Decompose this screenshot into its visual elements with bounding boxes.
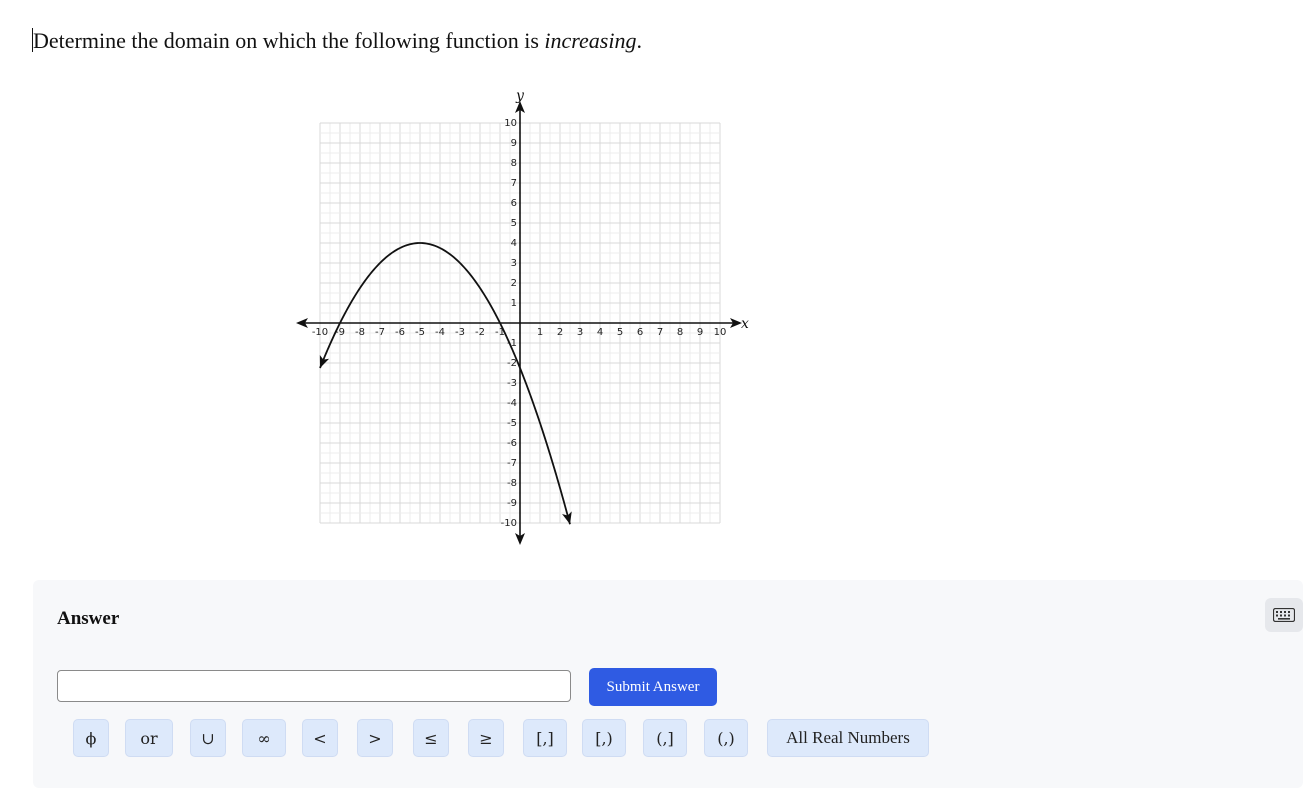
x-tick-label: -7 xyxy=(375,327,385,338)
x-tick-label: -10 xyxy=(312,327,328,338)
symbol-button-open-interval[interactable]: (,) xyxy=(704,719,748,757)
y-tick-label: -5 xyxy=(507,418,517,429)
y-tick-label: 3 xyxy=(511,258,517,269)
question-prefix: Determine the domain on which the follow… xyxy=(33,28,545,53)
y-tick-label: 6 xyxy=(511,198,517,209)
keyboard-icon xyxy=(1273,608,1295,622)
y-tick-label: 5 xyxy=(511,218,517,229)
submit-answer-button[interactable]: Submit Answer xyxy=(589,668,717,706)
x-axis-label: x xyxy=(741,316,749,332)
x-tick-label: 2 xyxy=(557,327,563,338)
parabola-curve xyxy=(319,242,571,525)
symbol-button-less-than[interactable]: < xyxy=(302,719,338,757)
x-tick-label: 4 xyxy=(597,327,603,338)
x-tick-label: 7 xyxy=(657,327,663,338)
symbol-button-infinity[interactable]: ∞ xyxy=(242,719,286,757)
y-tick-label: 1 xyxy=(511,298,517,309)
symbol-button-open-closed-interval[interactable]: (,] xyxy=(643,719,687,757)
x-tick-label: -3 xyxy=(455,327,465,338)
x-tick-label: 1 xyxy=(537,327,543,338)
y-tick-label: -8 xyxy=(507,478,517,489)
x-tick-label: -5 xyxy=(415,327,425,338)
y-tick-label: -9 xyxy=(507,498,517,509)
symbol-button-greater-equal[interactable]: ≥ xyxy=(468,719,504,757)
y-tick-label: -3 xyxy=(507,378,517,389)
answer-panel: Answer Submit Answer ϕ or ∪ ∞ < > ≤ ≥ [,] [,) (,] (… xyxy=(33,580,1303,788)
symbol-button-closed-open-interval[interactable]: [,) xyxy=(582,719,626,757)
answer-input[interactable] xyxy=(57,670,571,702)
y-tick-label: -7 xyxy=(507,458,517,469)
x-tick-label: 10 xyxy=(714,327,727,338)
x-tick-label: 9 xyxy=(697,327,703,338)
question-emphasis: increasing xyxy=(544,28,637,53)
symbol-button-union[interactable]: ∪ xyxy=(190,719,226,757)
y-tick-label: 7 xyxy=(511,178,517,189)
x-tick-label: 3 xyxy=(577,327,583,338)
y-tick-label: 9 xyxy=(511,138,517,149)
symbol-button-greater-than[interactable]: > xyxy=(357,719,393,757)
graph-curve xyxy=(319,242,572,525)
x-tick-label: -6 xyxy=(395,327,405,338)
y-axis-label: y xyxy=(515,88,525,104)
y-tick-label: 2 xyxy=(511,278,517,289)
function-graph: -10 -9 -8 -7 -6 -5 -4 -3 -2 -1 1 2 3 4 5 6 7 8 9 1010987654… xyxy=(296,88,749,545)
y-tick-label: -4 xyxy=(507,398,517,409)
keyboard-toggle-button[interactable] xyxy=(1265,598,1303,632)
y-tick-label: -6 xyxy=(507,438,517,449)
y-tick-label: -10 xyxy=(501,518,517,529)
x-tick-label: -2 xyxy=(475,327,485,338)
symbol-button-or[interactable]: or xyxy=(125,719,173,757)
question-suffix: . xyxy=(636,28,642,53)
symbol-button-all-real-numbers[interactable]: All Real Numbers xyxy=(767,719,929,757)
graph-axes xyxy=(296,101,742,545)
y-tick-label: 10 xyxy=(504,118,517,129)
x-tick-label: 5 xyxy=(617,327,623,338)
x-tick-label: -8 xyxy=(355,327,365,338)
x-tick-label: 8 xyxy=(677,327,683,338)
y-tick-label: 4 xyxy=(511,238,517,249)
y-tick-label: -2 xyxy=(507,358,517,369)
x-tick-label: 6 xyxy=(637,327,643,338)
symbol-button-less-equal[interactable]: ≤ xyxy=(413,719,449,757)
y-tick-label: 8 xyxy=(511,158,517,169)
answer-title: Answer xyxy=(57,608,120,629)
question-text: Determine the domain on which the follow… xyxy=(32,28,642,54)
x-tick-label: -4 xyxy=(435,327,445,338)
symbol-button-empty-set[interactable]: ϕ xyxy=(73,719,109,757)
symbol-button-closed-interval[interactable]: [,] xyxy=(523,719,567,757)
